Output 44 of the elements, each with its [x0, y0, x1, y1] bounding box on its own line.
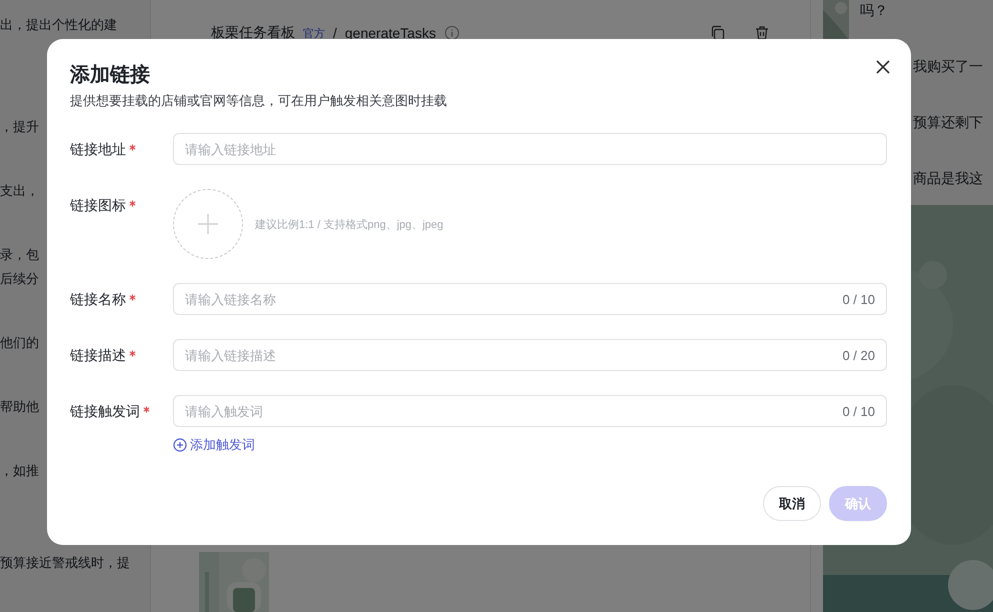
- upload-hint: 建议比例1:1 / 支持格式png、jpg、jpeg: [255, 218, 444, 232]
- message-text: 我购买了一: [913, 58, 983, 76]
- text-field[interactable]: 请输入触发词 0 / 10: [173, 395, 887, 427]
- field-label: 链接地址: [70, 140, 126, 159]
- copy-icon[interactable]: [710, 25, 726, 41]
- message-text: 出，提出个性化的建: [0, 16, 118, 34]
- info-icon[interactable]: [444, 25, 460, 41]
- message-text: 预算还剩下: [913, 114, 983, 132]
- plus-icon: [197, 213, 219, 235]
- text-field[interactable]: 请输入链接地址: [173, 133, 887, 165]
- plus-circle-icon: [173, 438, 187, 452]
- char-counter: 0 / 20: [842, 348, 875, 362]
- text-input[interactable]: 请输入链接描述: [185, 341, 842, 369]
- field-label: 链接触发词: [70, 402, 140, 421]
- dialog-subtitle: 提供想要挂载的店铺或官网等信息，可在用户触发相关意图时挂载: [70, 92, 447, 110]
- message-text: 后续分: [0, 270, 40, 288]
- close-icon[interactable]: [875, 59, 891, 75]
- official-tag: 官方: [303, 26, 325, 40]
- dialog-title: 添加链接: [70, 62, 150, 88]
- add-trigger-link[interactable]: 添加触发词: [173, 436, 255, 454]
- message-text: ，提升: [0, 118, 40, 136]
- message-text: 帮助他: [0, 398, 40, 416]
- message-text: 商品是我这: [913, 170, 983, 188]
- char-counter: 0 / 10: [842, 292, 875, 306]
- task-name: generateTasks: [344, 25, 436, 41]
- breadcrumb-text: 板栗任务看板: [211, 24, 295, 42]
- breadcrumb-separator: /: [333, 25, 337, 41]
- message-text: 支出，: [0, 182, 40, 200]
- text-input[interactable]: 请输入触发词: [185, 397, 842, 425]
- message-text: ，如推: [0, 462, 40, 480]
- field-label: 链接名称: [70, 290, 126, 309]
- text-field[interactable]: 请输入链接名称 0 / 10: [173, 283, 887, 315]
- text-input[interactable]: 请输入链接名称: [185, 285, 842, 313]
- field-label: 链接图标: [70, 196, 126, 215]
- trash-icon[interactable]: [754, 25, 770, 41]
- message-text: 录，包: [0, 246, 40, 264]
- char-counter: 0 / 10: [842, 404, 875, 418]
- message-text: 他们的: [0, 334, 40, 352]
- text-field[interactable]: 请输入链接描述 0 / 20: [173, 339, 887, 371]
- field-label: 链接描述: [70, 346, 126, 365]
- cancel-button[interactable]: 取消: [763, 486, 821, 521]
- message-text: 预算接近警戒线时，提: [0, 554, 131, 572]
- text-input[interactable]: 请输入链接地址: [185, 135, 875, 163]
- message-text: 吗？: [860, 2, 888, 20]
